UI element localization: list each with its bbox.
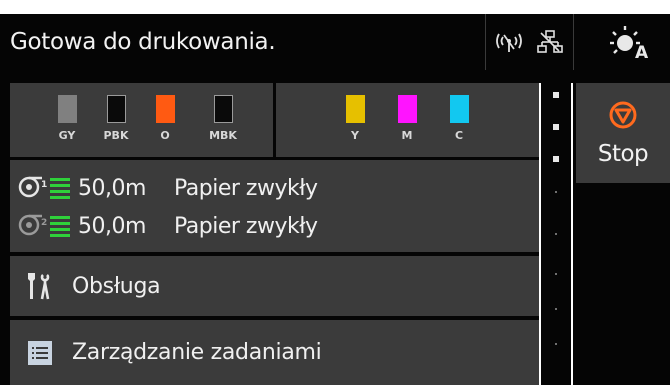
scroll-page-dot bbox=[553, 156, 559, 162]
wireless-off-icon[interactable] bbox=[490, 14, 528, 70]
ink-level bbox=[345, 95, 365, 123]
scroll-page-dot bbox=[555, 308, 557, 310]
ink-level bbox=[397, 95, 417, 123]
svg-text:2: 2 bbox=[41, 218, 47, 228]
stop-label: Stop bbox=[597, 140, 649, 167]
display-brightness-auto-icon[interactable]: A bbox=[596, 14, 660, 70]
status-divider bbox=[485, 14, 486, 70]
job-management-button[interactable]: Zarządzanie zadaniami bbox=[10, 320, 539, 385]
ink-label: GY bbox=[58, 129, 76, 142]
scroll-page-dot bbox=[555, 343, 557, 345]
ink-tank-mbk: MBK bbox=[203, 95, 243, 142]
ink-label: O bbox=[160, 129, 170, 142]
maintenance-label: Obsługa bbox=[72, 273, 161, 299]
scroll-page-dot bbox=[555, 273, 557, 275]
printer-control-panel: Gotowa do drukowania. A GY PBK O MBK Y M… bbox=[0, 0, 670, 385]
ink-level bbox=[57, 95, 77, 123]
ink-label: PBK bbox=[103, 129, 129, 142]
ink-tank-m: M bbox=[387, 95, 427, 142]
ink-level bbox=[449, 95, 469, 123]
svg-text:A: A bbox=[635, 43, 648, 60]
ink-tank-gy: GY bbox=[47, 95, 87, 142]
paper-status[interactable]: 1 50,0m Papier zwykły 2 50,0m Papier zwy… bbox=[10, 160, 539, 252]
roll-paper-icon: 2 bbox=[18, 211, 74, 241]
scroll-page-dot bbox=[553, 92, 559, 98]
ink-label: C bbox=[454, 129, 464, 142]
paper-length: 50,0m bbox=[78, 175, 146, 201]
ink-label: Y bbox=[351, 129, 359, 142]
ink-tank-pbk: PBK bbox=[96, 95, 136, 142]
ink-level bbox=[213, 95, 233, 123]
wired-network-off-icon[interactable] bbox=[532, 14, 568, 70]
stop-button[interactable]: Stop bbox=[576, 83, 670, 183]
ink-tank-y: Y bbox=[335, 95, 375, 142]
ink-status-right[interactable]: Y M C bbox=[276, 83, 539, 157]
ink-tank-o: O bbox=[145, 95, 185, 142]
status-bar: Gotowa do drukowania. bbox=[0, 14, 670, 70]
paper-length: 50,0m bbox=[78, 213, 146, 239]
paper-row-roll-1: 1 50,0m Papier zwykły bbox=[18, 170, 318, 206]
ink-label: MBK bbox=[209, 129, 237, 142]
job-list-icon bbox=[24, 337, 56, 369]
status-message: Gotowa do drukowania. bbox=[10, 29, 276, 55]
paper-type: Papier zwykły bbox=[174, 175, 318, 201]
paper-row-roll-2: 2 50,0m Papier zwykły bbox=[18, 208, 318, 244]
tools-icon bbox=[24, 270, 56, 302]
ink-tank-c: C bbox=[439, 95, 479, 142]
paper-type: Papier zwykły bbox=[174, 213, 318, 239]
ink-level bbox=[106, 95, 126, 123]
scroll-page-dot bbox=[555, 191, 557, 193]
ink-status-left[interactable]: GY PBK O MBK bbox=[10, 83, 273, 157]
stop-icon bbox=[608, 100, 638, 135]
scroll-page-dot bbox=[553, 124, 559, 130]
ink-level bbox=[155, 95, 175, 123]
maintenance-button[interactable]: Obsługa bbox=[10, 256, 539, 316]
svg-text:1: 1 bbox=[41, 180, 47, 190]
scroll-indicator[interactable] bbox=[541, 83, 571, 385]
job-management-label: Zarządzanie zadaniami bbox=[72, 340, 322, 365]
frame-left bbox=[0, 70, 10, 385]
ink-label: M bbox=[401, 129, 413, 142]
frame-bar bbox=[0, 70, 670, 83]
roll-paper-icon: 1 bbox=[18, 173, 74, 203]
scroll-page-dot bbox=[555, 233, 557, 235]
status-divider bbox=[573, 14, 574, 70]
